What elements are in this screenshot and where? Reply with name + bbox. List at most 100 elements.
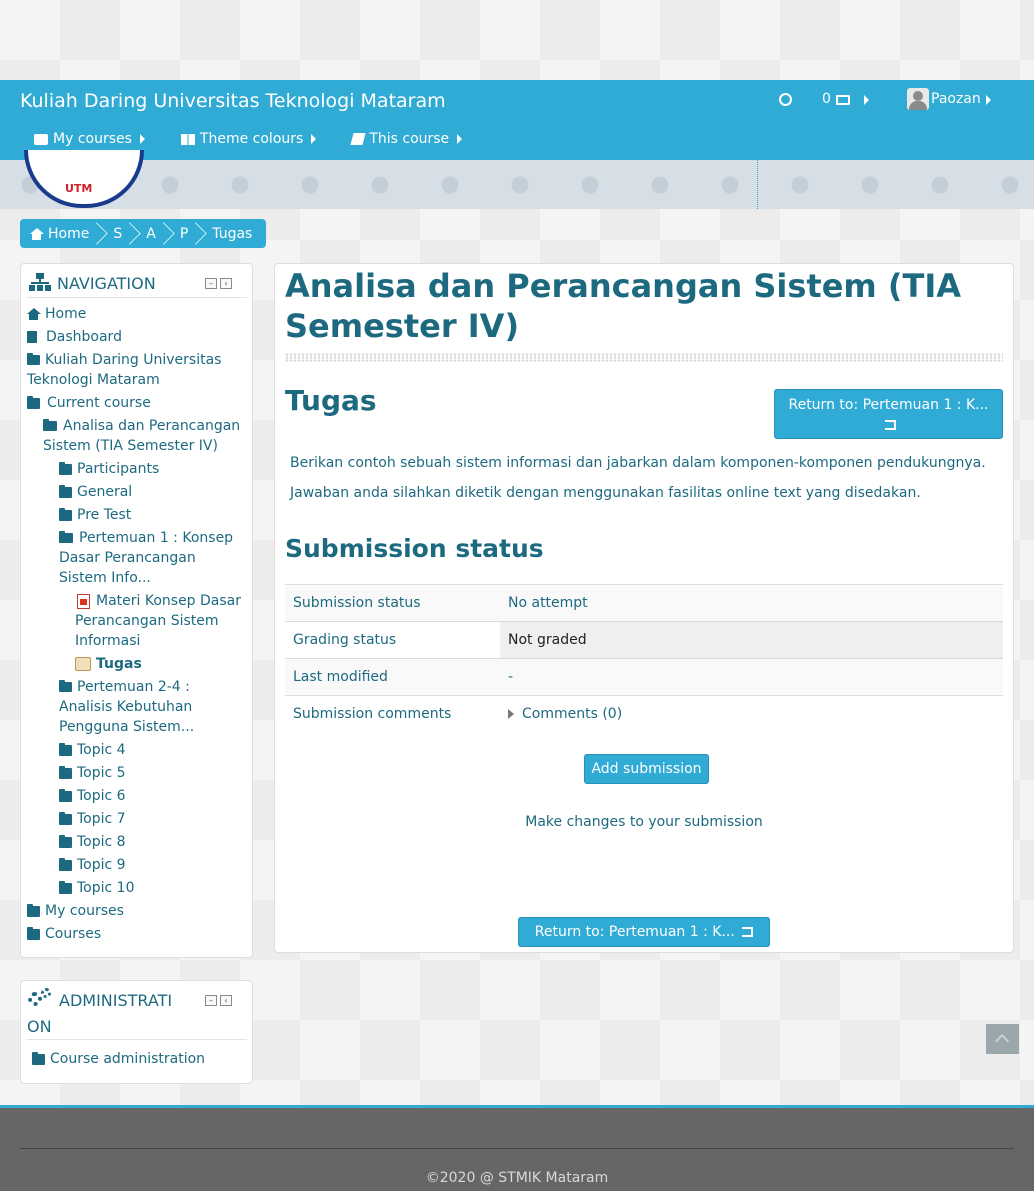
- nav-home[interactable]: Home: [27, 304, 86, 324]
- home-icon: [27, 308, 41, 320]
- home-icon: [30, 227, 44, 240]
- messages-caret-icon[interactable]: [864, 95, 869, 105]
- sitemap-icon: [29, 273, 51, 291]
- nav-label: Topic 8: [77, 834, 126, 850]
- menu-this-course[interactable]: This course: [350, 131, 463, 147]
- nav-current-course[interactable]: Current course: [27, 393, 151, 413]
- nav-label: Pertemuan 1 : Konsep Dasar Perancangan S…: [59, 530, 234, 586]
- menu-my-courses[interactable]: My courses: [34, 131, 145, 147]
- folder-icon: [59, 766, 72, 779]
- menu-label: Theme colours: [199, 131, 304, 147]
- menu-theme-colours[interactable]: Theme colours: [180, 131, 317, 147]
- folder-icon: [27, 904, 40, 917]
- nav-label: Tugas: [96, 656, 142, 672]
- menu-label: This course: [369, 131, 450, 147]
- nav-course[interactable]: Analisa dan Perancangan Sistem (TIA Seme…: [43, 416, 243, 456]
- nav-dashboard[interactable]: Dashboard: [27, 327, 122, 347]
- button-label: Return to: Pertemuan 1 : K...: [534, 924, 735, 940]
- banner-divider: [757, 160, 758, 209]
- activity-title: Tugas: [285, 384, 377, 417]
- intro-paragraph-1: Berikan contoh sebuah sistem informasi d…: [290, 455, 986, 471]
- comments-link[interactable]: Comments (0): [522, 706, 622, 722]
- folder-icon: [59, 508, 72, 521]
- add-submission-button[interactable]: Add submission: [584, 754, 709, 784]
- submission-heading: Submission status: [285, 534, 544, 563]
- nav-topic-5[interactable]: Topic 5: [59, 763, 126, 783]
- divider: [285, 353, 1003, 362]
- breadcrumb: Home S A P Tugas: [20, 219, 267, 248]
- logo-text: UTM: [65, 182, 93, 195]
- dock-icon[interactable]: ‹: [220, 278, 232, 289]
- back-to-top-button[interactable]: [986, 1024, 1019, 1054]
- row-label: Last modified: [285, 658, 500, 696]
- breadcrumb-home[interactable]: Home: [20, 219, 103, 248]
- nav-label: Analisa dan Perancangan Sistem (TIA Seme…: [43, 418, 241, 454]
- caret-right-icon: [457, 134, 463, 144]
- nav-pretest[interactable]: Pre Test: [59, 505, 131, 525]
- row-value: Not graded: [500, 621, 1003, 659]
- breadcrumb-tugas[interactable]: Tugas: [202, 219, 266, 248]
- nav-label: Current course: [47, 395, 151, 411]
- assignment-icon: [75, 657, 91, 671]
- nav-courses[interactable]: Courses: [27, 924, 101, 944]
- administration-title-cont: ON: [27, 1017, 52, 1036]
- document-icon: [27, 331, 37, 343]
- nav-label: Dashboard: [46, 329, 122, 345]
- folder-icon: [27, 927, 40, 940]
- footer-divider: [20, 1148, 1014, 1149]
- table-row: Grading status Not graded: [285, 621, 1003, 659]
- nav-topic-6[interactable]: Topic 6: [59, 786, 126, 806]
- footer-copyright: ©2020 @ STMIK Mataram: [425, 1170, 609, 1186]
- nav-site[interactable]: Kuliah Daring Universitas Teknologi Mata…: [27, 350, 242, 390]
- notifications-icon[interactable]: [779, 93, 792, 106]
- nav-general[interactable]: General: [59, 482, 132, 502]
- row-label: Submission comments: [285, 695, 500, 733]
- avatar[interactable]: [907, 88, 929, 110]
- folder-icon: [59, 743, 72, 756]
- nav-topic-10[interactable]: Topic 10: [59, 878, 134, 898]
- block-controls: – ‹: [205, 995, 232, 1006]
- folder-open-icon: [27, 396, 40, 409]
- nav-label: Kuliah Daring Universitas Teknologi Mata…: [27, 352, 222, 388]
- nav-topic-8[interactable]: Topic 8: [59, 832, 126, 852]
- nav-label: Topic 7: [77, 811, 126, 827]
- envelope-icon[interactable]: [836, 95, 850, 105]
- return-button-top[interactable]: Return to: Pertemuan 1 : K...: [774, 389, 1003, 439]
- button-label: Return to: Pertemuan 1 : K...: [788, 397, 989, 413]
- folder-icon: [59, 462, 72, 475]
- messages-count[interactable]: 0: [822, 91, 831, 107]
- nav-topic-7[interactable]: Topic 7: [59, 809, 126, 829]
- nav-materi[interactable]: Materi Konsep Dasar Perancangan Sistem I…: [75, 591, 247, 651]
- folder-open-icon: [59, 531, 73, 543]
- nav-label: Topic 10: [77, 880, 135, 896]
- site-title[interactable]: Kuliah Daring Universitas Teknologi Mata…: [20, 90, 446, 112]
- folder-icon: [27, 353, 40, 365]
- nav-course-administration[interactable]: Course administration: [32, 1049, 205, 1069]
- nav-pertemuan-1[interactable]: Pertemuan 1 : Konsep Dasar Perancangan S…: [59, 528, 244, 588]
- briefcase-icon: [34, 133, 48, 145]
- nav-my-courses[interactable]: My courses: [27, 901, 124, 921]
- folder-icon: [59, 680, 72, 692]
- folder-icon: [59, 858, 72, 871]
- nav-topic-9[interactable]: Topic 9: [59, 855, 126, 875]
- dock-icon[interactable]: ‹: [220, 995, 232, 1006]
- breadcrumb-s[interactable]: S: [103, 219, 136, 248]
- folder-icon: [32, 1052, 45, 1065]
- minimize-icon[interactable]: –: [205, 995, 217, 1006]
- expand-icon[interactable]: [508, 709, 514, 719]
- user-name[interactable]: Paozan: [931, 91, 981, 107]
- main-menu: My courses Theme colours This course: [34, 131, 463, 147]
- nav-topic-4[interactable]: Topic 4: [59, 740, 126, 760]
- breadcrumb-p[interactable]: P: [170, 219, 202, 248]
- folder-icon: [59, 835, 72, 848]
- return-button-bottom[interactable]: Return to: Pertemuan 1 : K...: [518, 917, 770, 947]
- nav-label: Pertemuan 2-4 : Analisis Kebutuhan Pengg…: [59, 679, 195, 735]
- nav-tugas[interactable]: Tugas: [75, 654, 142, 674]
- breadcrumb-a[interactable]: A: [136, 219, 170, 248]
- user-caret-icon[interactable]: [986, 95, 991, 105]
- nav-label: Topic 6: [77, 788, 126, 804]
- nav-pertemuan-2[interactable]: Pertemuan 2-4 : Analisis Kebutuhan Pengg…: [59, 677, 244, 737]
- nav-participants[interactable]: Participants: [59, 459, 159, 479]
- minimize-icon[interactable]: –: [205, 278, 217, 289]
- nav-label: Courses: [45, 926, 102, 942]
